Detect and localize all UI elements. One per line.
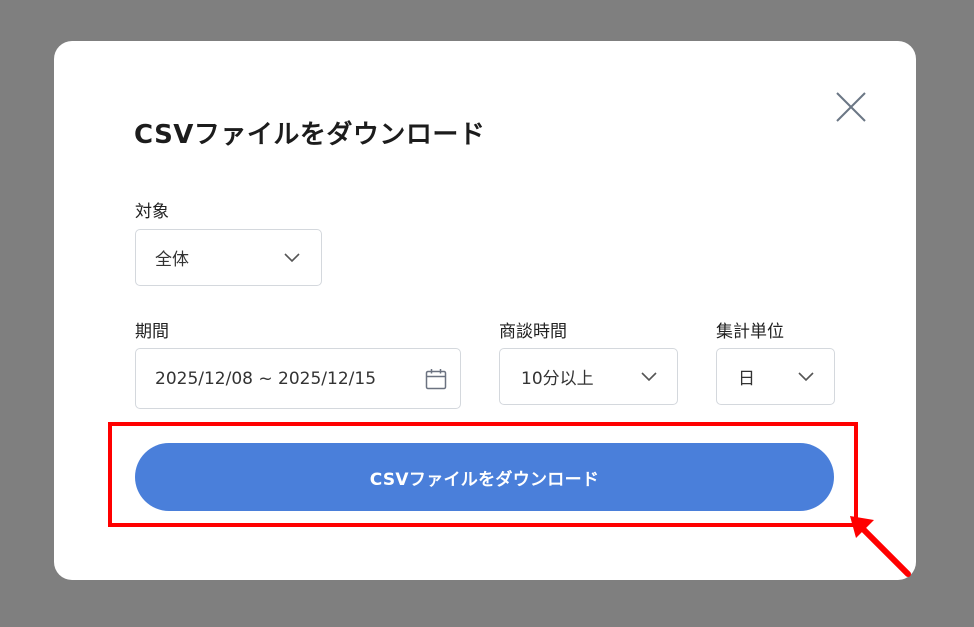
target-label: 対象 — [135, 202, 169, 222]
close-button[interactable] — [830, 86, 872, 128]
chevron-down-icon — [284, 252, 300, 262]
annotation-highlight-box — [108, 422, 858, 527]
target-select-value: 全体 — [155, 250, 189, 270]
period-label: 期間 — [135, 322, 169, 342]
unit-select[interactable]: 日 — [716, 348, 835, 405]
close-icon — [836, 92, 866, 122]
duration-select[interactable]: 10分以上 — [499, 348, 678, 405]
duration-label: 商談時間 — [499, 322, 567, 342]
unit-label: 集計単位 — [716, 322, 784, 342]
annotation-arrow-icon — [850, 516, 911, 577]
target-select[interactable]: 全体 — [135, 229, 322, 286]
unit-select-value: 日 — [738, 369, 755, 389]
calendar-icon — [425, 368, 447, 389]
dialog-title: CSVファイルをダウンロード — [134, 120, 486, 150]
period-value: 2025/12/08 ~ 2025/12/15 — [155, 368, 377, 389]
chevron-down-icon — [798, 371, 814, 381]
duration-select-value: 10分以上 — [521, 369, 594, 389]
period-date-range-input[interactable]: 2025/12/08 ~ 2025/12/15 — [135, 348, 461, 409]
chevron-down-icon — [641, 371, 657, 381]
